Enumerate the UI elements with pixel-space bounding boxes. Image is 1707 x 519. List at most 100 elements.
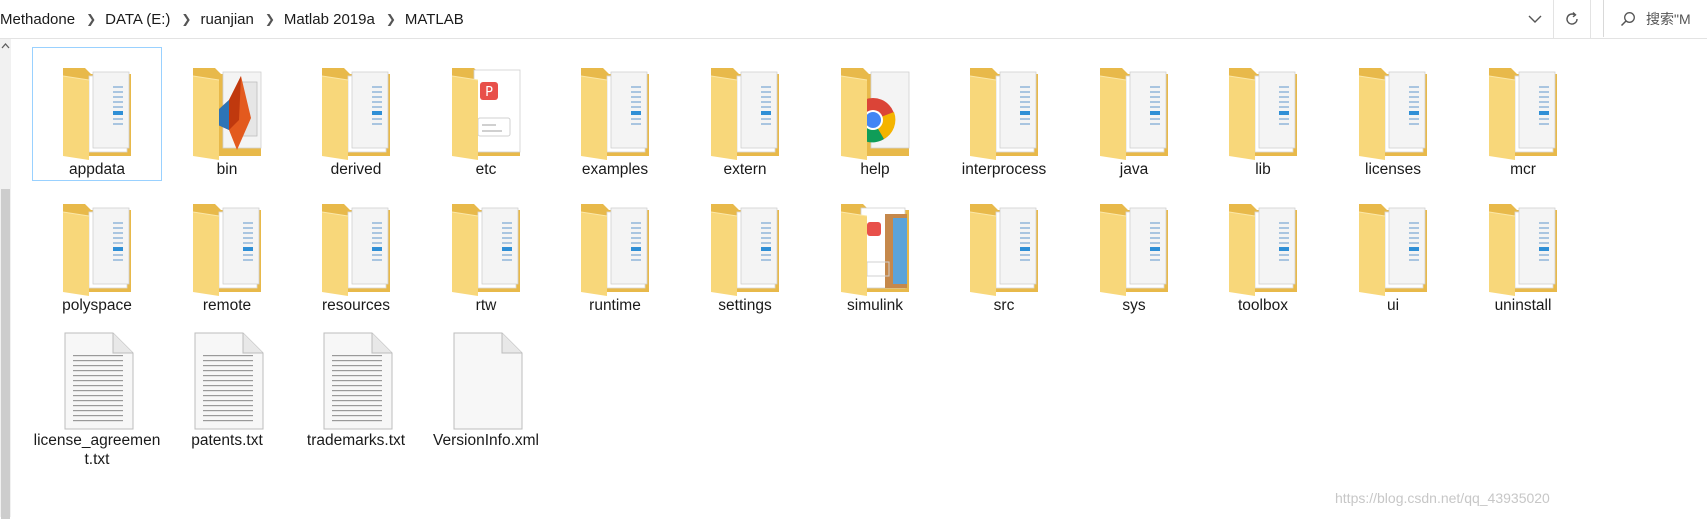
file-item-trademarks-txt[interactable]: trademarks.txt bbox=[291, 318, 421, 452]
folder-item-examples[interactable]: examples bbox=[550, 47, 680, 181]
folder-item-rtw[interactable]: rtw bbox=[421, 183, 551, 317]
file-item-versioninfo-xml[interactable]: VersionInfo.xml bbox=[421, 318, 551, 452]
folder-item-remote[interactable]: remote bbox=[162, 183, 292, 317]
chevron-right-icon[interactable]: ❯ bbox=[381, 12, 405, 26]
breadcrumb-item-ruanjian[interactable]: ruanjian bbox=[200, 11, 259, 28]
breadcrumb: Methadone ❯ DATA (E:) ❯ ruanjian ❯ Matla… bbox=[0, 0, 1510, 38]
folder-item-interprocess[interactable]: interprocess bbox=[939, 47, 1069, 181]
folder-icon bbox=[577, 196, 655, 296]
svg-text:P: P bbox=[485, 85, 493, 100]
item-label: examples bbox=[581, 161, 649, 178]
breadcrumb-item-matlab[interactable]: MATLAB bbox=[405, 11, 470, 28]
folder-item-help[interactable]: help bbox=[810, 47, 940, 181]
item-label: simulink bbox=[847, 297, 903, 314]
scrollbar-thumb[interactable] bbox=[1, 189, 10, 519]
folder-icon bbox=[966, 196, 1044, 296]
item-label: uninstall bbox=[1494, 297, 1552, 314]
chevron-right-icon[interactable]: ❯ bbox=[260, 12, 284, 26]
vertical-scrollbar[interactable] bbox=[0, 39, 11, 519]
item-label: lib bbox=[1255, 161, 1271, 178]
folder-item-etc[interactable]: Petc bbox=[421, 47, 551, 181]
folder-item-bin[interactable]: bin bbox=[162, 47, 292, 181]
search-input[interactable]: 搜索"M bbox=[1603, 0, 1707, 37]
item-label: rtw bbox=[475, 297, 497, 314]
folder-item-derived[interactable]: derived bbox=[291, 47, 421, 181]
folder-item-mcr[interactable]: mcr bbox=[1458, 47, 1588, 181]
item-label: resources bbox=[321, 297, 391, 314]
folder-item-sys[interactable]: sys bbox=[1069, 183, 1199, 317]
item-label: etc bbox=[475, 161, 497, 178]
folder-icon bbox=[1225, 196, 1303, 296]
watermark: https://blog.csdn.net/qq_43935020 bbox=[1335, 490, 1550, 506]
text-file-icon bbox=[59, 331, 137, 431]
folder-icon bbox=[1096, 60, 1174, 160]
item-label: license_agreement.txt bbox=[33, 432, 161, 468]
matlab-folder-icon bbox=[189, 60, 267, 160]
item-label: VersionInfo.xml bbox=[433, 432, 539, 449]
breadcrumb-item-matlab-2019a[interactable]: Matlab 2019a bbox=[284, 11, 381, 28]
item-label: runtime bbox=[589, 297, 641, 314]
refresh-button[interactable] bbox=[1553, 0, 1591, 38]
folder-item-resources[interactable]: resources bbox=[291, 183, 421, 317]
folder-item-appdata[interactable]: appdata bbox=[32, 47, 162, 181]
image-folder-icon bbox=[837, 196, 915, 296]
item-label: trademarks.txt bbox=[306, 432, 406, 449]
folder-icon bbox=[707, 196, 785, 296]
chevron-right-icon[interactable]: ❯ bbox=[176, 12, 200, 26]
item-label: help bbox=[860, 161, 890, 178]
item-label: toolbox bbox=[1238, 297, 1288, 314]
folder-item-settings[interactable]: settings bbox=[680, 183, 810, 317]
recent-locations-button[interactable] bbox=[1518, 0, 1552, 38]
breadcrumb-item-methadone[interactable]: Methadone bbox=[0, 11, 81, 28]
item-label: interprocess bbox=[961, 161, 1047, 178]
folder-item-lib[interactable]: lib bbox=[1198, 47, 1328, 181]
file-item-license-agreement-txt[interactable]: license_agreement.txt bbox=[32, 318, 162, 468]
text-file-icon bbox=[318, 331, 396, 431]
folder-icon bbox=[1355, 60, 1433, 160]
folder-item-simulink[interactable]: simulink bbox=[810, 183, 940, 317]
folder-item-java[interactable]: java bbox=[1069, 47, 1199, 181]
folder-item-ui[interactable]: ui bbox=[1328, 183, 1458, 317]
item-label: polyspace bbox=[62, 297, 132, 314]
item-label: appdata bbox=[68, 161, 126, 178]
folder-item-runtime[interactable]: runtime bbox=[550, 183, 680, 317]
folder-icon bbox=[1355, 196, 1433, 296]
folder-icon bbox=[1096, 196, 1174, 296]
folder-icon bbox=[59, 60, 137, 160]
refresh-icon bbox=[1566, 11, 1578, 25]
item-label: bin bbox=[216, 161, 238, 178]
scroll-up-icon[interactable] bbox=[0, 43, 11, 53]
item-label: src bbox=[993, 297, 1015, 314]
item-label: patents.txt bbox=[191, 432, 263, 449]
item-label: mcr bbox=[1510, 161, 1536, 178]
chevron-right-icon[interactable]: ❯ bbox=[81, 12, 105, 26]
folder-item-toolbox[interactable]: toolbox bbox=[1198, 183, 1328, 317]
item-label: extern bbox=[723, 161, 767, 178]
item-label: licenses bbox=[1365, 161, 1421, 178]
folder-item-src[interactable]: src bbox=[939, 183, 1069, 317]
breadcrumb-item-data-drive[interactable]: DATA (E:) bbox=[105, 11, 176, 28]
folder-icon bbox=[707, 60, 785, 160]
address-bar: Methadone ❯ DATA (E:) ❯ ruanjian ❯ Matla… bbox=[0, 0, 1707, 39]
folder-icon bbox=[318, 196, 396, 296]
search-placeholder: 搜索"M bbox=[1646, 10, 1691, 27]
chrome-folder-icon bbox=[837, 60, 915, 160]
folder-item-licenses[interactable]: licenses bbox=[1328, 47, 1458, 181]
file-item-patents-txt[interactable]: patents.txt bbox=[162, 318, 292, 452]
folder-item-uninstall[interactable]: uninstall bbox=[1458, 183, 1588, 317]
folder-icon bbox=[318, 60, 396, 160]
folder-item-polyspace[interactable]: polyspace bbox=[32, 183, 162, 317]
folder-item-extern[interactable]: extern bbox=[680, 47, 810, 181]
folder-icon bbox=[59, 196, 137, 296]
folder-icon bbox=[1485, 60, 1563, 160]
item-label: settings bbox=[718, 297, 772, 314]
text-file-icon bbox=[189, 331, 267, 431]
xml-file-icon bbox=[448, 331, 526, 431]
item-label: sys bbox=[1122, 297, 1146, 314]
folder-icon bbox=[966, 60, 1044, 160]
item-label: remote bbox=[202, 297, 252, 314]
pdf-folder-icon: P bbox=[448, 60, 526, 160]
folder-icon bbox=[577, 60, 655, 160]
item-label: derived bbox=[330, 161, 382, 178]
item-label: java bbox=[1119, 161, 1149, 178]
